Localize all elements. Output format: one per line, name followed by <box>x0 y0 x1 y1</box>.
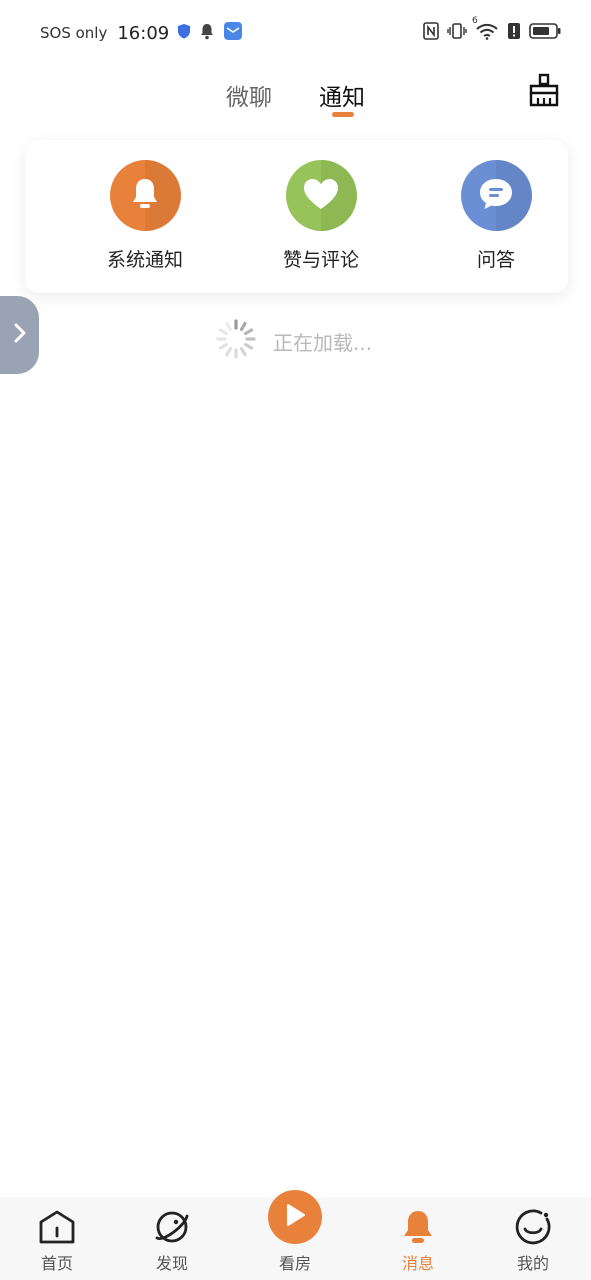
active-tab-indicator <box>332 112 354 117</box>
heart-icon <box>302 177 340 215</box>
nav-home-label: 首页 <box>40 1254 73 1273</box>
vibrate-icon <box>447 22 467 44</box>
nav-messages-label: 消息 <box>401 1254 434 1273</box>
likes-comments-badge <box>285 160 357 231</box>
status-right: 6 <box>423 16 561 44</box>
qa-entry[interactable]: 问答 <box>436 160 556 275</box>
notifications-screen: SOS only 16:09 6 微聊 通知 系统通知 赞与评论 问答 正在加载… <box>0 0 591 1280</box>
likes-comments-label: 赞与评论 <box>282 249 359 271</box>
nav-mine[interactable]: 我的 <box>493 1197 573 1280</box>
nav-watch-house-label: 看房 <box>278 1254 311 1273</box>
tab-notifications[interactable]: 通知 <box>319 78 365 112</box>
battery-icon <box>529 22 561 44</box>
nfc-icon <box>423 22 439 44</box>
carrier-label: SOS only <box>40 24 108 42</box>
smile-icon <box>513 1207 553 1247</box>
mail-app-icon <box>223 21 243 45</box>
clear-unread-button[interactable] <box>526 73 562 111</box>
chat-bubble-icon <box>477 176 515 216</box>
qa-badge <box>460 160 532 231</box>
header: 微聊 通知 <box>0 66 591 126</box>
nav-discover[interactable]: 发现 <box>132 1197 212 1280</box>
bell-icon <box>199 22 215 44</box>
watch-house-play-button[interactable] <box>268 1190 322 1244</box>
status-bar: SOS only 16:09 6 <box>0 0 591 66</box>
system-notifications-entry[interactable]: 系统通知 <box>85 160 205 275</box>
bell-icon <box>128 176 162 216</box>
loading-indicator: 正在加载... <box>215 318 373 364</box>
wifi-icon: 6 <box>472 16 499 44</box>
notification-categories-card: 系统通知 赞与评论 问答 <box>25 140 568 293</box>
clock: 16:09 <box>117 22 170 44</box>
alert-icon <box>507 22 521 44</box>
status-left: SOS only 16:09 <box>40 21 243 45</box>
likes-comments-entry[interactable]: 赞与评论 <box>261 160 381 275</box>
nav-home[interactable]: 首页 <box>17 1197 97 1280</box>
wifi-badge: 6 <box>472 16 478 26</box>
spinner-icon <box>215 318 257 364</box>
qa-label: 问答 <box>476 249 515 271</box>
shield-icon <box>177 23 191 43</box>
nav-messages[interactable]: 消息 <box>378 1197 458 1280</box>
nav-mine-label: 我的 <box>516 1254 549 1273</box>
system-notifications-label: 系统通知 <box>106 249 183 271</box>
chevron-right-icon <box>13 322 27 348</box>
nav-discover-label: 发现 <box>155 1254 188 1273</box>
home-icon <box>37 1207 77 1247</box>
side-expand-handle[interactable] <box>0 296 39 374</box>
loading-text: 正在加载... <box>273 330 373 355</box>
broom-icon <box>527 73 561 111</box>
planet-icon <box>152 1207 192 1247</box>
bell-icon <box>398 1207 438 1247</box>
system-notifications-badge <box>109 160 181 231</box>
tab-chat[interactable]: 微聊 <box>226 78 272 112</box>
play-icon <box>284 1203 306 1231</box>
